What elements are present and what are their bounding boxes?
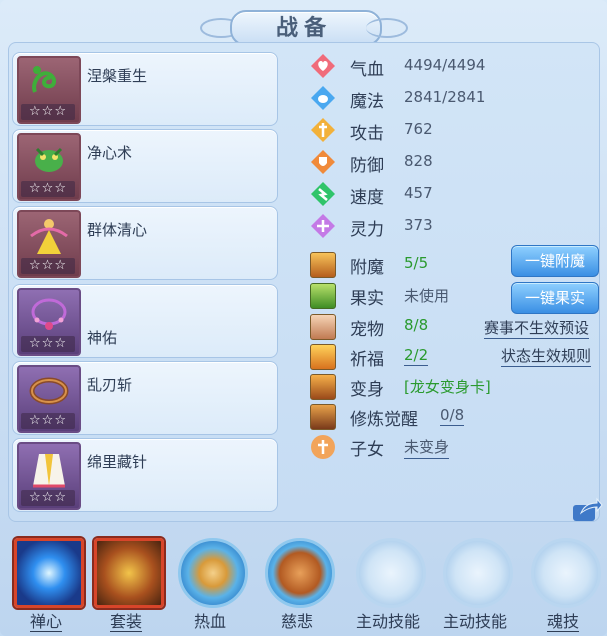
battle-prep-window: 战备 ☆☆☆ 涅槃重生 ☆☆☆ 净心术 ☆☆☆ 群体清心 ☆☆☆ 神佑 ☆☆☆ …	[0, 0, 607, 636]
tab-mercy[interactable]: 慈悲	[259, 534, 339, 634]
stat-value: 762	[404, 120, 433, 138]
attr-label: 宠物	[350, 320, 384, 340]
skill-name: 涅槃重生	[87, 67, 148, 85]
attr-label: 果实	[350, 289, 384, 309]
stat-label: 魔法	[350, 92, 384, 112]
child-icon	[311, 435, 335, 459]
skill-card-1[interactable]: ☆☆☆ 涅槃重生	[12, 52, 278, 126]
attr-value: 5/5	[404, 254, 429, 272]
attr-value[interactable]: 2/2	[404, 346, 429, 366]
star-rating: ☆☆☆	[21, 104, 75, 120]
attr-label: 变身	[350, 380, 384, 400]
skill-name: 净心术	[87, 144, 133, 162]
fruit-all-button[interactable]: 一键果实	[511, 282, 599, 314]
stat-label: 速度	[350, 188, 384, 208]
beast-icon	[35, 147, 63, 172]
stat-value: 373	[404, 216, 433, 234]
page-title: 战备	[275, 16, 332, 41]
attr-value[interactable]: 未变身	[404, 436, 450, 459]
preset-link[interactable]: 赛事不生效预设	[484, 317, 590, 339]
empty-skill-slot-icon	[531, 538, 601, 608]
star-rating: ☆☆☆	[21, 413, 75, 429]
tab-label: 热血	[193, 612, 226, 631]
star-rating: ☆☆☆	[21, 490, 75, 506]
skill-name: 绵里藏针	[87, 453, 148, 471]
enchant-all-button[interactable]: 一键附魔	[511, 245, 599, 277]
bracelet-icon	[29, 377, 69, 405]
tab-equipment-set[interactable]: 套装	[88, 534, 168, 634]
skill-card-2[interactable]: ☆☆☆ 净心术	[12, 129, 278, 203]
tab-label: 魂技	[546, 612, 579, 632]
transform-icon	[310, 374, 336, 400]
stat-value: 828	[404, 152, 433, 170]
awaken-icon	[310, 404, 336, 430]
shield-icon	[311, 150, 335, 174]
empty-skill-slot-icon	[443, 538, 513, 608]
speed-icon	[311, 182, 335, 206]
tab-passion[interactable]: 热血	[172, 534, 252, 634]
heart-icon	[311, 54, 335, 78]
serpent-icon	[32, 66, 56, 93]
attr-value: [龙女变身卡]	[404, 378, 491, 396]
equipment-set-icon	[94, 538, 164, 608]
mana-icon	[311, 86, 335, 110]
attr-value: 8/8	[404, 316, 429, 334]
share-icon[interactable]	[571, 497, 603, 523]
skill-icon: ☆☆☆	[17, 56, 81, 124]
skill-card-5[interactable]: ☆☆☆ 乱刃斩	[12, 361, 278, 435]
tab-label: 主动技能	[442, 612, 507, 631]
stat-label: 气血	[350, 60, 384, 80]
spirit-icon	[311, 214, 335, 238]
enchant-icon	[310, 252, 336, 278]
skill-icon: ☆☆☆	[17, 365, 81, 433]
skill-name: 神佑	[87, 329, 118, 347]
star-rating: ☆☆☆	[21, 336, 75, 352]
fruit-icon	[310, 283, 336, 309]
passion-icon	[178, 538, 248, 608]
tab-active-skill-1[interactable]: 主动技能	[350, 534, 430, 634]
attr-value: 未使用	[404, 287, 450, 305]
attr-label: 附魔	[350, 258, 384, 278]
pet-portrait-icon	[310, 314, 336, 340]
stat-value: 4494/4494	[404, 56, 486, 74]
skill-icon: ☆☆☆	[17, 442, 81, 510]
dancer-icon	[30, 219, 68, 254]
attr-label: 祈福	[350, 350, 384, 370]
skill-icon: ☆☆☆	[17, 133, 81, 201]
skill-card-6[interactable]: ☆☆☆ 绵里藏针	[12, 438, 278, 512]
skill-name: 乱刃斩	[87, 376, 133, 394]
stat-value: 457	[404, 184, 433, 202]
blessing-icon	[310, 344, 336, 370]
attr-label: 修炼觉醒	[350, 410, 418, 430]
tab-zen-heart[interactable]: 禅心	[8, 534, 88, 634]
tab-label: 套装	[109, 612, 142, 632]
skill-icon: ☆☆☆	[17, 210, 81, 278]
stat-label: 灵力	[350, 220, 384, 240]
skill-card-4[interactable]: ☆☆☆ 神佑	[12, 284, 278, 358]
skill-card-3[interactable]: ☆☆☆ 群体清心	[12, 206, 278, 280]
tab-label: 主动技能	[355, 612, 420, 631]
empty-skill-slot-icon	[356, 538, 426, 608]
robe-icon	[33, 454, 65, 488]
stat-label: 攻击	[350, 124, 384, 144]
tab-active-skill-2[interactable]: 主动技能	[437, 534, 517, 634]
skill-name: 群体清心	[87, 221, 148, 239]
sword-icon	[311, 118, 335, 142]
mercy-icon	[265, 538, 335, 608]
tab-label: 禅心	[29, 612, 62, 632]
tab-label: 慈悲	[280, 612, 313, 631]
star-rating: ☆☆☆	[21, 181, 75, 197]
stat-label: 防御	[350, 156, 384, 176]
stat-value: 2841/2841	[404, 88, 486, 106]
star-rating: ☆☆☆	[21, 258, 75, 274]
title-banner: 战备	[200, 4, 408, 46]
rules-link[interactable]: 状态生效规则	[501, 345, 592, 367]
attr-label: 子女	[350, 440, 384, 460]
attr-value[interactable]: 0/8	[440, 406, 465, 426]
zen-heart-icon	[14, 538, 84, 608]
necklace-icon	[31, 298, 67, 330]
skill-icon: ☆☆☆	[17, 288, 81, 356]
tab-soul-skill[interactable]: 魂技	[525, 534, 605, 634]
